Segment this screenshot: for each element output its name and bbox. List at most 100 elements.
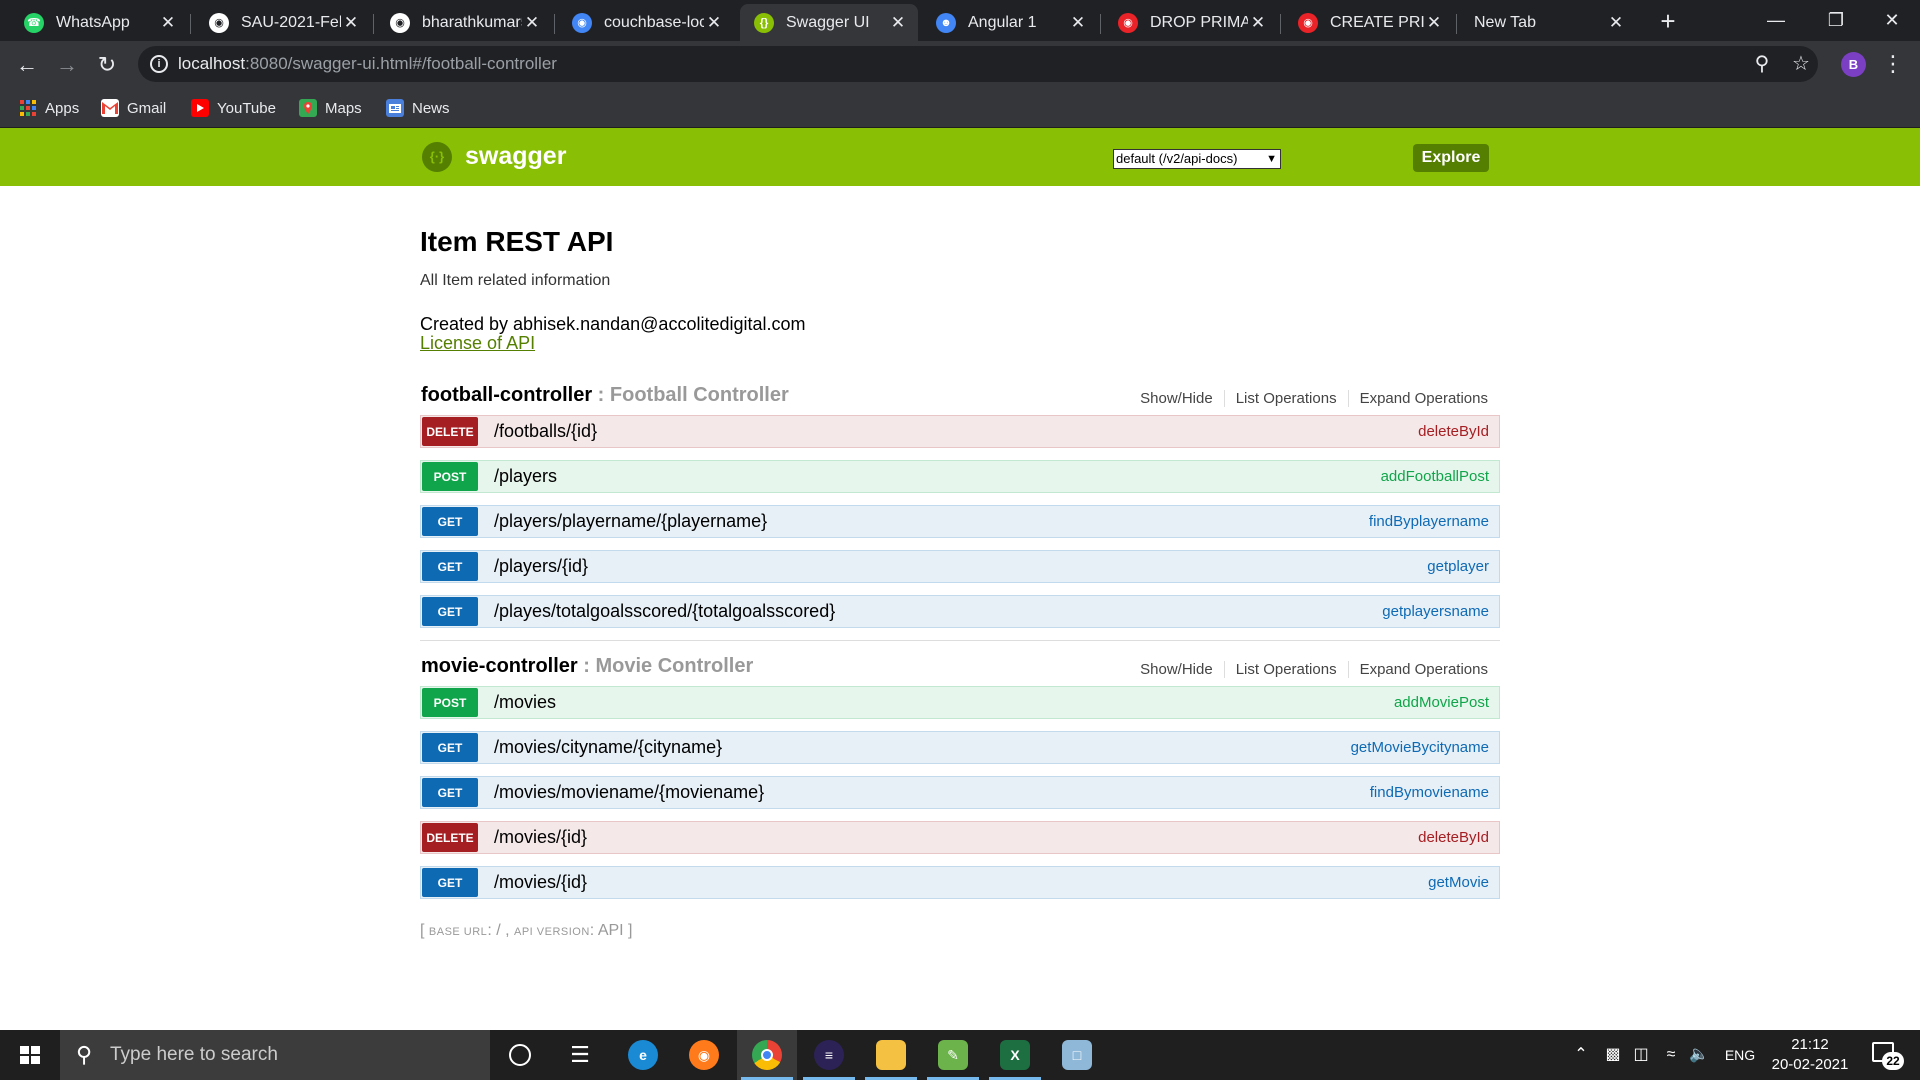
taskbar-excel[interactable]: X (985, 1030, 1045, 1080)
expand-operations-link[interactable]: Expand Operations (1349, 661, 1488, 678)
browser-tab[interactable]: ◉ CREATE PRIMA✕ (1284, 4, 1454, 41)
reload-button[interactable]: ↻ (89, 47, 125, 83)
http-method-badge[interactable]: GET (422, 778, 478, 807)
browser-tab[interactable]: ◉ bharathkumar5 ✕ (376, 4, 552, 41)
operation-row[interactable]: POST/movies addMoviePost (420, 686, 1500, 719)
bookmark-apps[interactable]: Apps (19, 96, 79, 120)
browser-tab[interactable]: ☻ Angular 1 ✕ (922, 4, 1098, 41)
browser-tab[interactable]: ☎ WhatsApp ✕ (10, 4, 188, 41)
taskbar-file-explorer[interactable] (861, 1030, 921, 1080)
close-tab-icon[interactable]: ✕ (341, 13, 361, 33)
explore-button[interactable]: Explore (1413, 144, 1489, 172)
taskbar-chrome[interactable] (737, 1030, 797, 1080)
operation-row[interactable]: DELETE/movies/{id} deleteById (420, 821, 1500, 854)
expand-operations-link[interactable]: Expand Operations (1349, 390, 1488, 407)
close-tab-icon[interactable]: ✕ (1068, 13, 1088, 33)
taskbar-app[interactable]: □ (1047, 1030, 1107, 1080)
bookmark-news[interactable]: News (386, 96, 450, 120)
bookmark-maps[interactable]: Maps (299, 96, 362, 120)
browser-tab[interactable]: {} Swagger UI ✕ (740, 4, 918, 41)
wifi-icon[interactable]: ≈ (1658, 1030, 1684, 1080)
operation-path[interactable]: /movies (494, 692, 556, 713)
http-method-badge[interactable]: GET (422, 552, 478, 581)
close-tab-icon[interactable]: ✕ (522, 13, 542, 33)
api-docs-select[interactable]: default (/v2/api-docs) ▼ (1113, 149, 1281, 169)
http-method-badge[interactable]: GET (422, 597, 478, 626)
show-hide-link[interactable]: Show/Hide (1129, 390, 1225, 407)
browser-tab[interactable]: ◉ couchbase-loca✕ (558, 4, 734, 41)
taskbar-clock[interactable]: 21:12 20-02-2021 (1760, 1035, 1860, 1075)
tray-device-icon[interactable]: ▩ (1600, 1030, 1626, 1080)
close-tab-icon[interactable]: ✕ (704, 13, 724, 33)
taskbar-edge[interactable]: e (613, 1030, 673, 1080)
operation-nickname[interactable]: getMovieBycityname (1351, 739, 1489, 756)
bookmark-gmail[interactable]: Gmail (101, 96, 166, 120)
operation-path[interactable]: /movies/{id} (494, 872, 587, 893)
operation-nickname[interactable]: getplayersname (1382, 603, 1489, 620)
tray-chevron-up-icon[interactable]: ⌃ (1568, 1030, 1594, 1080)
operation-path[interactable]: /footballs/{id} (494, 421, 597, 442)
back-button[interactable]: ← (9, 47, 45, 83)
operation-row[interactable]: GET/players/playername/{playername} findB… (420, 505, 1500, 538)
resource-name-link[interactable]: football-controller : Football Controlle… (421, 384, 789, 407)
profile-avatar[interactable]: B (1841, 52, 1866, 77)
operation-nickname[interactable]: getMovie (1428, 874, 1489, 891)
operation-nickname[interactable]: getplayer (1427, 558, 1489, 575)
operation-row[interactable]: GET/movies/moviename/{moviename} findBymo… (420, 776, 1500, 809)
bookmark-youtube[interactable]: YouTube (191, 96, 276, 120)
taskbar-eclipse[interactable]: ≡ (799, 1030, 859, 1080)
volume-icon[interactable]: 🔈 (1686, 1030, 1712, 1080)
close-tab-icon[interactable]: ✕ (1606, 13, 1626, 33)
close-tab-icon[interactable]: ✕ (1424, 13, 1444, 33)
site-info-icon[interactable]: i (150, 55, 168, 73)
operation-path[interactable]: /players/playername/{playername} (494, 511, 767, 532)
address-url[interactable]: localhost:8080/swagger-ui.html#/football… (178, 54, 557, 74)
http-method-badge[interactable]: GET (422, 507, 478, 536)
address-bar[interactable]: i localhost:8080/swagger-ui.html#/footba… (138, 46, 1818, 82)
close-tab-icon[interactable]: ✕ (158, 13, 178, 33)
list-operations-link[interactable]: List Operations (1225, 390, 1349, 407)
operation-path[interactable]: /movies/cityname/{cityname} (494, 737, 722, 758)
browser-tab[interactable]: ◉ SAU-2021-Feb ✕ (195, 4, 371, 41)
operation-nickname[interactable]: deleteById (1418, 423, 1489, 440)
resource-name-link[interactable]: movie-controller : Movie Controller (421, 655, 753, 678)
http-method-badge[interactable]: DELETE (422, 823, 478, 852)
language-indicator[interactable]: ENG (1720, 1030, 1760, 1080)
operation-path[interactable]: /players/{id} (494, 556, 588, 577)
browser-menu-icon[interactable]: ⋮ (1882, 49, 1904, 79)
close-window-button[interactable]: ✕ (1862, 0, 1920, 40)
new-tab-button[interactable]: + (1656, 6, 1680, 36)
operation-path[interactable]: /movies/{id} (494, 827, 587, 848)
swagger-title[interactable]: swagger (465, 142, 566, 171)
operation-row[interactable]: GET/movies/cityname/{cityname} getMovieBy… (420, 731, 1500, 764)
restore-button[interactable]: ❐ (1806, 0, 1866, 40)
operation-nickname[interactable]: deleteById (1418, 829, 1489, 846)
cortana-button[interactable] (490, 1030, 550, 1080)
browser-tab[interactable]: New Tab ✕ (1460, 4, 1636, 41)
http-method-badge[interactable]: DELETE (422, 417, 478, 446)
close-tab-icon[interactable]: ✕ (1248, 13, 1268, 33)
http-method-badge[interactable]: POST (422, 462, 478, 491)
operation-nickname[interactable]: addFootballPost (1381, 468, 1489, 485)
taskbar-search[interactable]: ⚲ Type here to search (60, 1030, 490, 1080)
show-hide-link[interactable]: Show/Hide (1129, 661, 1225, 678)
operation-row[interactable]: POST/players addFootballPost (420, 460, 1500, 493)
start-button[interactable] (0, 1030, 60, 1080)
taskbar-notepad[interactable]: ✎ (923, 1030, 983, 1080)
forward-button[interactable]: → (49, 47, 85, 83)
operation-row[interactable]: GET/movies/{id} getMovie (420, 866, 1500, 899)
minimize-button[interactable]: — (1746, 0, 1806, 40)
api-license-link[interactable]: License of API (420, 333, 535, 354)
swagger-logo-icon[interactable]: {·} (422, 142, 452, 172)
http-method-badge[interactable]: GET (422, 868, 478, 897)
operation-path[interactable]: /movies/moviename/{moviename} (494, 782, 764, 803)
list-operations-link[interactable]: List Operations (1225, 661, 1349, 678)
battery-icon[interactable]: ◫ (1628, 1030, 1654, 1080)
operation-row[interactable]: GET/players/{id} getplayer (420, 550, 1500, 583)
task-view-button[interactable]: ☰ (550, 1030, 610, 1080)
taskbar-firefox[interactable]: ◉ (674, 1030, 734, 1080)
operation-path[interactable]: /playes/totalgoalsscored/{totalgoalsscor… (494, 601, 835, 622)
operation-nickname[interactable]: findBymoviename (1370, 784, 1489, 801)
operation-nickname[interactable]: addMoviePost (1394, 694, 1489, 711)
close-tab-icon[interactable]: ✕ (888, 13, 908, 33)
